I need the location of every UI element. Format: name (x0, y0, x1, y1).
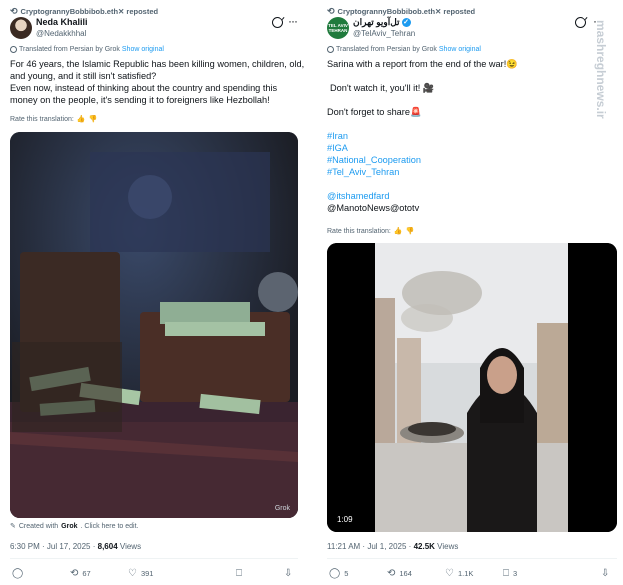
thumbs-down-icon[interactable]: 👎 (89, 115, 98, 123)
thumbs-up-icon[interactable]: 👍 (394, 227, 403, 235)
heart-icon: ♡ (128, 567, 137, 579)
user-handle[interactable]: @Nedakkhhal (36, 29, 86, 38)
created-with-grok[interactable]: ✎ Created with Grok . Click here to edit… (10, 522, 138, 531)
bookmark-button[interactable]: ⎕ (236, 568, 246, 579)
share-button[interactable]: ⇩ (284, 568, 292, 579)
grok-icon[interactable] (272, 17, 283, 28)
like-button[interactable]: ♡ 1.1K (445, 568, 473, 579)
tweet-text: Sarina with a report from the end of the… (327, 59, 518, 213)
repost-button[interactable]: ⟲ 67 (70, 568, 91, 579)
image-suitcases-money (10, 132, 298, 518)
avatar[interactable] (10, 17, 32, 39)
reply-icon: ◯ (12, 567, 24, 579)
user-handle[interactable]: @TelAviv_Tehran (353, 29, 415, 38)
reply-button[interactable]: ◯ (12, 568, 27, 579)
repost-icon: ⟲ (327, 6, 335, 16)
repost-icon: ⟲ (70, 567, 79, 579)
views-count: 42.5K (413, 542, 435, 551)
tweet-text: For 46 years, the Islamic Republic has b… (10, 59, 305, 105)
bookmark-icon: ⎕ (236, 567, 242, 579)
like-button[interactable]: ♡ 391 (128, 568, 153, 579)
show-original-link[interactable]: Show original (122, 46, 164, 53)
share-icon: ⇩ (284, 567, 293, 579)
video-frame (327, 243, 617, 532)
views-count: 8,604 (97, 542, 118, 551)
translation-notice: Translated from Persian by Grok Show ori… (10, 46, 164, 53)
edit-icon: ✎ (10, 523, 16, 530)
display-name[interactable]: تل‌آویو تهران ✓ (353, 17, 411, 28)
divider (10, 558, 298, 559)
grok-badge: Grok (274, 505, 290, 512)
display-name[interactable]: Neda Khalili (36, 17, 88, 27)
action-bar: ◯ ⟲ 67 ♡ 391 ⎕ ⇩ (0, 566, 306, 580)
tweet-card-left: ⟲ CryptogrannyBobbibob.eth✕ reposted Ned… (0, 0, 306, 585)
bookmark-button[interactable]: ⎕ 3 (503, 568, 517, 579)
hashtag-link[interactable]: #National_Cooperation (327, 154, 518, 166)
repost-header[interactable]: ⟲ CryptogrannyBobbibob.eth✕ reposted (327, 6, 475, 17)
tweet-video[interactable]: 1:09 (327, 243, 617, 532)
show-original-link[interactable]: Show original (439, 46, 481, 53)
hashtag-link[interactable]: #Iran (327, 130, 518, 142)
verified-badge-icon: ✓ (401, 18, 411, 27)
thumbs-down-icon[interactable]: 👎 (406, 227, 415, 235)
hashtag-link[interactable]: #Tel_Aviv_Tehran (327, 166, 518, 178)
globe-icon (327, 46, 334, 53)
source-text: @ManotoNews@ototv (327, 203, 420, 213)
tweet-meta: 11:21 AM · Jul 1, 2025 · 42.5K Views (327, 542, 459, 551)
action-bar: ◯ 5 ⟲ 164 ♡ 1.1K ⎕ 3 ⇩ (317, 566, 623, 580)
reply-button[interactable]: ◯ 5 (329, 568, 348, 579)
repost-icon: ⟲ (10, 6, 18, 16)
watermark: mashreghnews.ir (594, 20, 608, 119)
translation-notice: Translated from Persian by Grok Show ori… (327, 46, 481, 53)
globe-icon (10, 46, 17, 53)
thumbs-up-icon[interactable]: 👍 (77, 115, 86, 123)
rate-translation: Rate this translation: 👍 👎 (10, 115, 98, 124)
reply-icon: ◯ (329, 567, 341, 579)
share-icon: ⇩ (601, 567, 610, 579)
rate-translation: Rate this translation: 👍 👎 (327, 227, 415, 236)
repost-button[interactable]: ⟲ 164 (387, 568, 412, 579)
repost-label: CryptogrannyBobbibob.eth✕ reposted (20, 7, 159, 16)
repost-label: CryptogrannyBobbibob.eth✕ reposted (337, 7, 476, 16)
video-duration: 1:09 (337, 515, 353, 524)
share-button[interactable]: ⇩ (601, 568, 609, 579)
repost-icon: ⟲ (387, 567, 396, 579)
grok-icon[interactable] (575, 17, 586, 28)
tweet-image[interactable]: Grok (10, 132, 298, 518)
heart-icon: ♡ (445, 567, 454, 579)
avatar[interactable]: TEL AVIV TEHRAN (327, 17, 349, 39)
more-icon[interactable]: ··· (288, 14, 298, 28)
divider (327, 558, 617, 559)
tweet-meta: 6:30 PM · Jul 17, 2025 · 8,604 Views (10, 542, 142, 551)
hashtag-link[interactable]: #IGA (327, 142, 518, 154)
bookmark-icon: ⎕ (503, 567, 509, 579)
repost-header[interactable]: ⟲ CryptogrannyBobbibob.eth✕ reposted (10, 6, 158, 17)
mention-link[interactable]: @itshamedfard (327, 190, 518, 202)
